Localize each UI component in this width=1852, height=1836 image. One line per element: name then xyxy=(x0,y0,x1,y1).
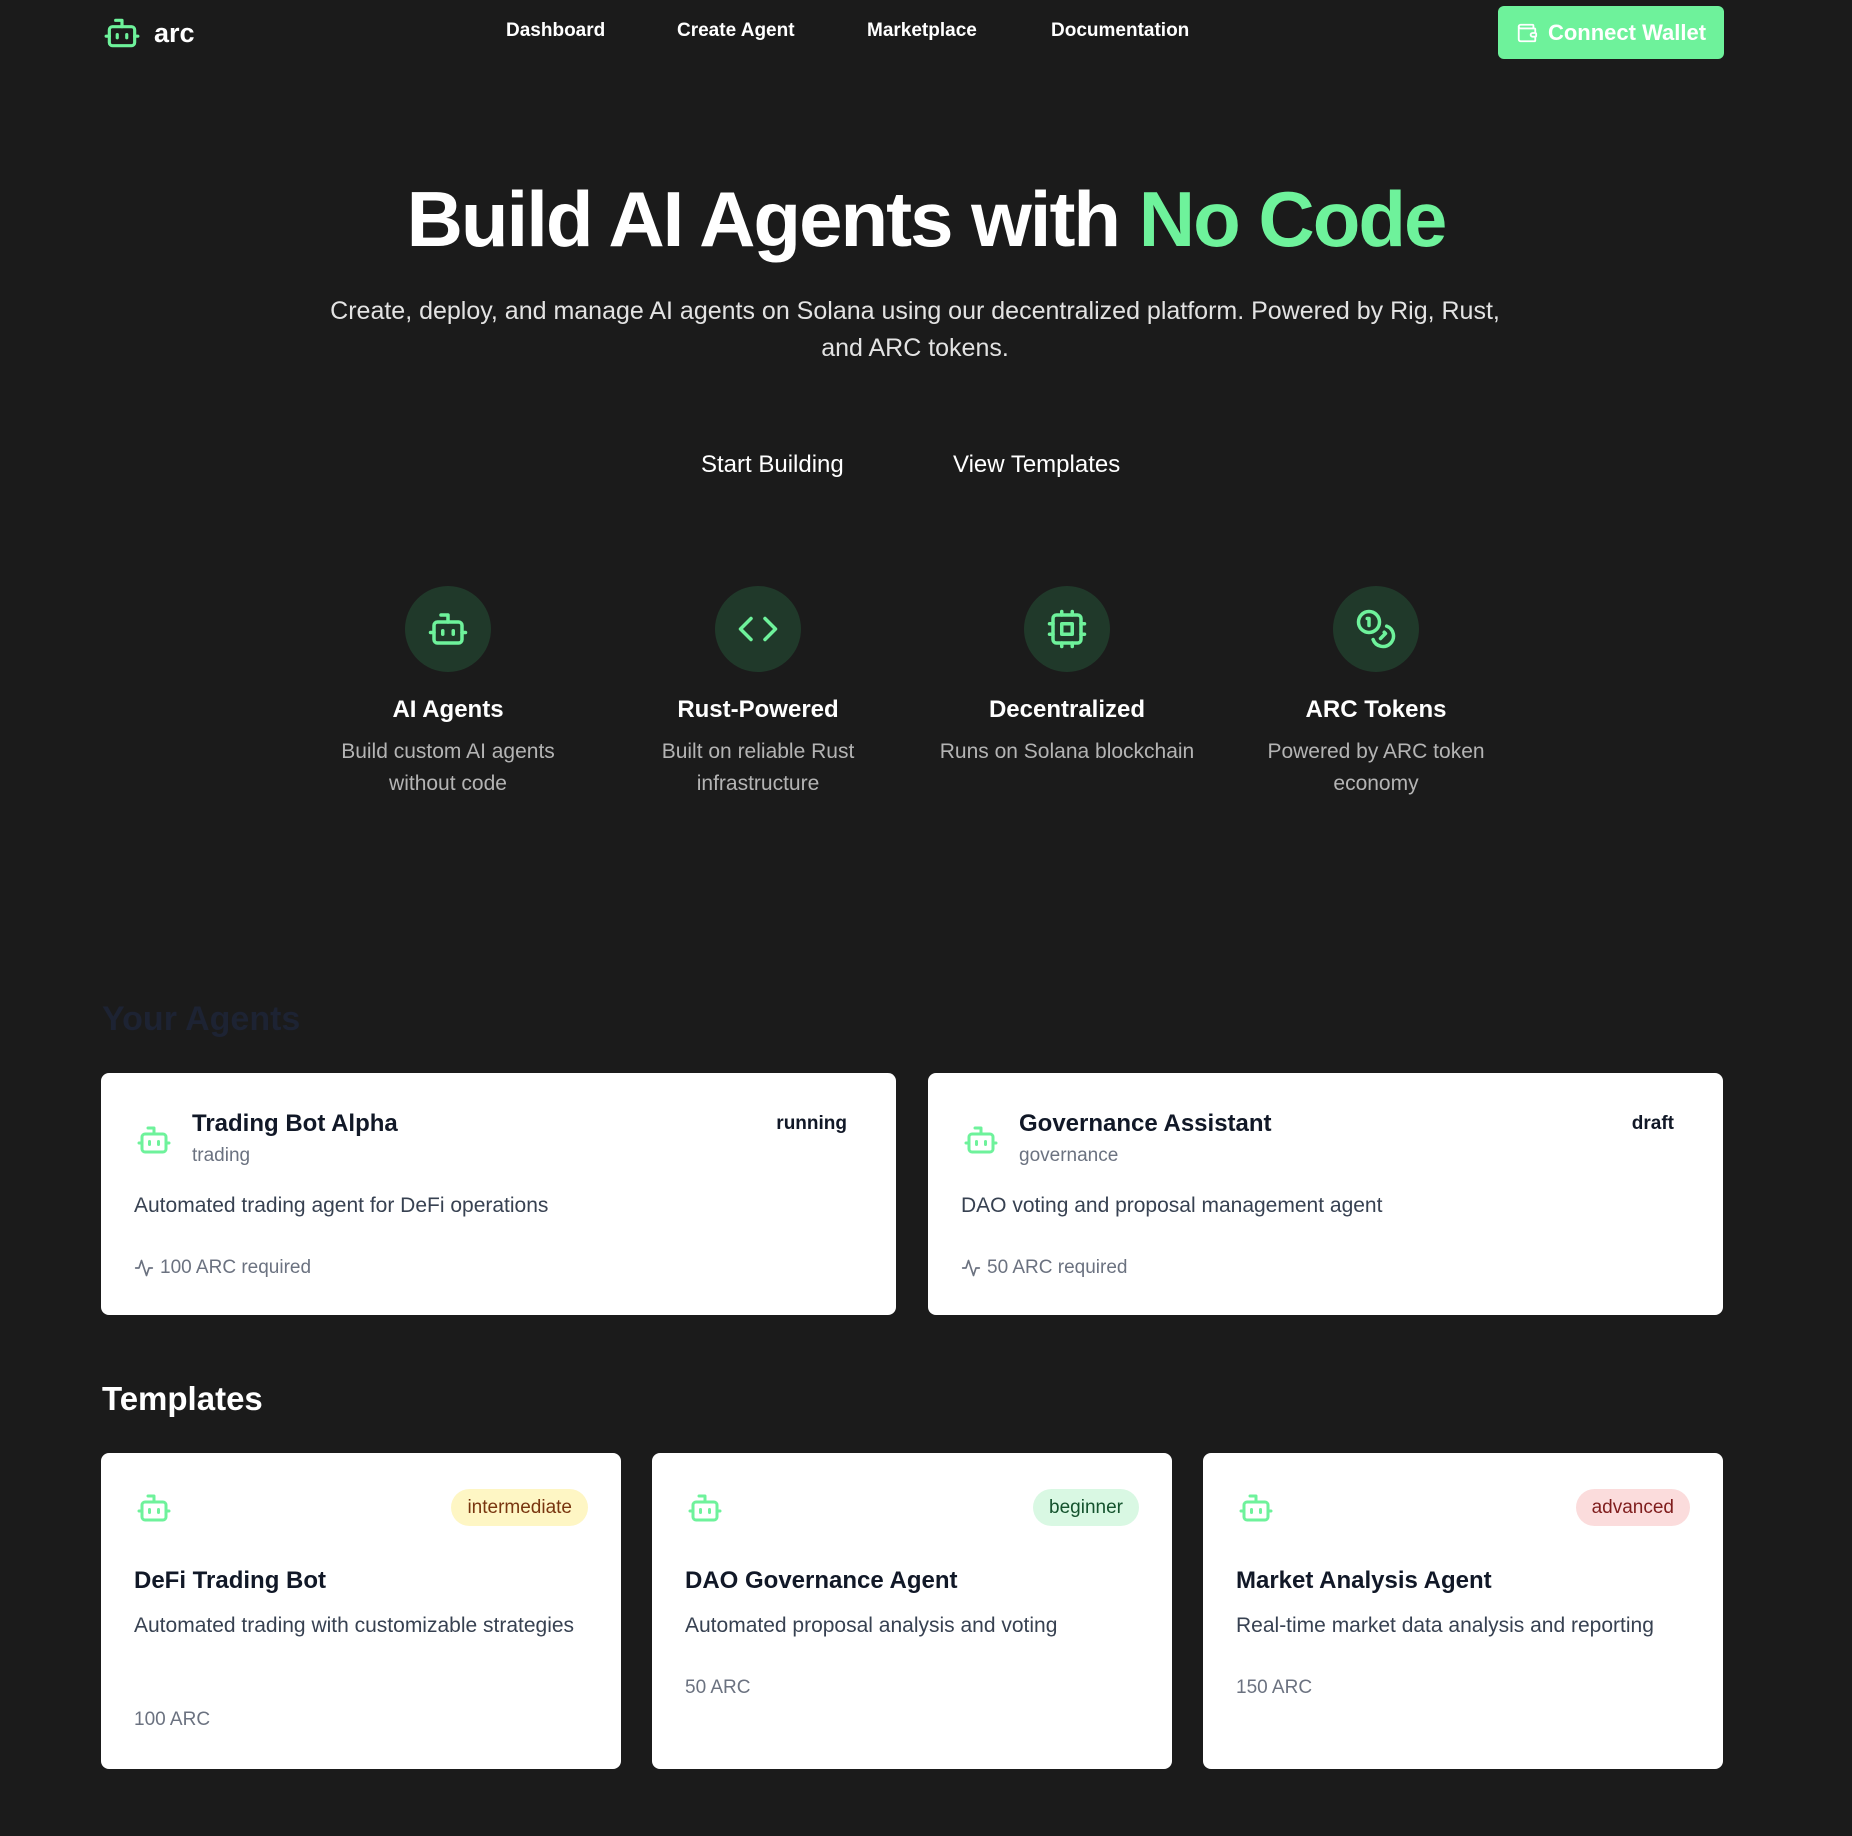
agent-card-governance-assistant[interactable]: Governance Assistant governance draft DA… xyxy=(928,1073,1723,1315)
agent-description: DAO voting and proposal management agent xyxy=(961,1194,1383,1217)
wallet-icon xyxy=(1517,23,1538,42)
your-agents-heading: Your Agents xyxy=(102,1000,301,1038)
feature-icon-circle xyxy=(405,586,491,672)
top-nav: arc Dashboard Create Agent Marketplace D… xyxy=(0,0,1852,66)
agent-description: Automated trading agent for DeFi operati… xyxy=(134,1194,549,1217)
code-icon xyxy=(738,616,778,642)
feature-description: Powered by ARC token economy xyxy=(1267,740,1485,795)
robot-icon xyxy=(688,1494,722,1522)
template-price: 50 ARC xyxy=(685,1677,751,1698)
view-templates-button[interactable]: View Templates xyxy=(953,451,1120,479)
feature-description: Build custom AI agents without code xyxy=(341,740,555,795)
template-name: DeFi Trading Bot xyxy=(134,1567,326,1594)
agent-requirement: 100 ARC required xyxy=(134,1257,311,1279)
template-description: Real-time market data analysis and repor… xyxy=(1236,1614,1654,1637)
robot-icon xyxy=(104,18,140,48)
connect-wallet-button[interactable]: Connect Wallet xyxy=(1498,6,1724,59)
agent-requirement: 50 ARC required xyxy=(961,1257,1127,1279)
template-name: DAO Governance Agent xyxy=(685,1567,958,1594)
robot-icon xyxy=(1239,1494,1273,1522)
difficulty-badge: advanced xyxy=(1575,1489,1690,1526)
agent-card-trading-bot-alpha[interactable]: Trading Bot Alpha trading running Automa… xyxy=(101,1073,896,1315)
robot-icon xyxy=(137,1126,171,1154)
agent-requirement-text: 100 ARC required xyxy=(160,1257,312,1278)
brand-logo[interactable]: arc xyxy=(102,14,195,52)
template-name: Market Analysis Agent xyxy=(1236,1567,1492,1594)
nav-link-documentation[interactable]: Documentation xyxy=(1051,20,1189,42)
agent-name: Governance Assistant xyxy=(1019,1110,1272,1137)
feature-description: Built on reliable Rust infrastructure xyxy=(661,740,855,795)
agent-status: running xyxy=(776,1113,847,1134)
feature-arc-tokens: ARC Tokens Powered by ARC token economy xyxy=(1241,586,1511,800)
template-price: 100 ARC xyxy=(134,1709,211,1730)
coins-icon xyxy=(1356,609,1396,649)
template-description: Automated trading with customizable stra… xyxy=(134,1614,575,1637)
template-card-market-analysis-agent[interactable]: advanced Market Analysis Agent Real-time… xyxy=(1203,1453,1723,1769)
robot-icon xyxy=(428,613,468,645)
hero-title-accent: No Code xyxy=(1138,175,1448,263)
feature-description: Runs on Solana blockchain xyxy=(939,740,1195,763)
feature-icon-circle xyxy=(1333,586,1419,672)
feature-title: ARC Tokens xyxy=(1305,696,1447,723)
hero-subtitle: Create, deploy, and manage AI agents on … xyxy=(330,297,1500,362)
feature-ai-agents: AI Agents Build custom AI agents without… xyxy=(313,586,583,800)
hero-title: Build AI Agents with No Code xyxy=(0,175,1852,265)
agent-name: Trading Bot Alpha xyxy=(192,1110,398,1137)
template-price: 150 ARC xyxy=(1236,1677,1313,1698)
feature-icon-circle xyxy=(1024,586,1110,672)
nav-link-dashboard[interactable]: Dashboard xyxy=(506,20,605,42)
brand-name: arc xyxy=(154,17,195,48)
nav-link-create-agent[interactable]: Create Agent xyxy=(677,20,795,42)
template-description: Automated proposal analysis and voting xyxy=(685,1614,1058,1637)
robot-icon xyxy=(964,1126,998,1154)
start-building-button[interactable]: Start Building xyxy=(701,451,844,479)
connect-wallet-label: Connect Wallet xyxy=(1547,19,1707,45)
cpu-icon xyxy=(1047,609,1087,649)
activity-icon xyxy=(961,1259,981,1277)
feature-title: Decentralized xyxy=(988,696,1146,723)
nav-link-marketplace[interactable]: Marketplace xyxy=(867,20,977,42)
feature-title: AI Agents xyxy=(392,696,504,723)
agent-status: draft xyxy=(1631,1113,1674,1134)
difficulty-badge: intermediate xyxy=(451,1489,588,1526)
agent-requirement-text: 50 ARC required xyxy=(987,1257,1128,1278)
robot-icon xyxy=(137,1494,171,1522)
agent-category: governance xyxy=(1019,1145,1119,1166)
feature-title: Rust-Powered xyxy=(677,696,839,723)
template-card-dao-governance-agent[interactable]: beginner DAO Governance Agent Automated … xyxy=(652,1453,1172,1769)
page: arc Dashboard Create Agent Marketplace D… xyxy=(0,0,1852,1836)
agent-category: trading xyxy=(192,1145,251,1166)
feature-icon-circle xyxy=(715,586,801,672)
activity-icon xyxy=(134,1259,154,1277)
template-card-defi-trading-bot[interactable]: intermediate DeFi Trading Bot Automated … xyxy=(101,1453,621,1769)
feature-rust-powered: Rust-Powered Built on reliable Rust infr… xyxy=(623,586,893,800)
templates-heading: Templates xyxy=(102,1380,263,1417)
feature-decentralized: Decentralized Runs on Solana blockchain xyxy=(932,586,1202,768)
hero-title-main: Build AI Agents with xyxy=(406,175,1122,263)
difficulty-badge: beginner xyxy=(1033,1489,1139,1526)
